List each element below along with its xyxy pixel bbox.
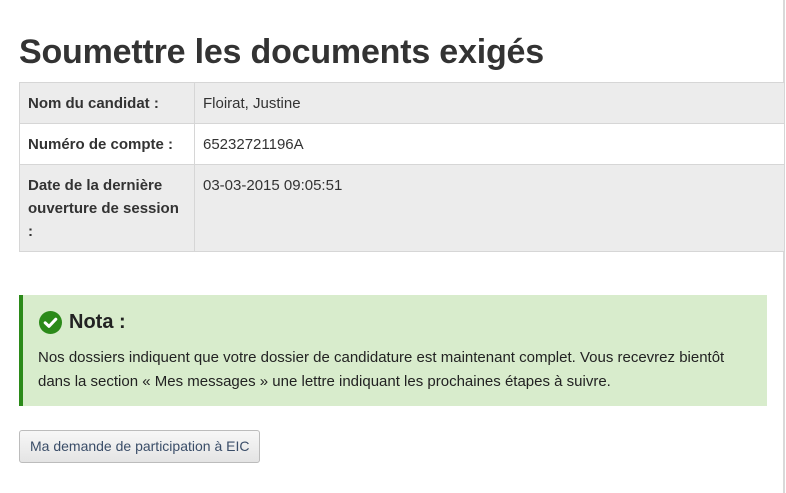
table-row: Numéro de compte : 65232721196A <box>19 123 785 165</box>
account-number-label: Numéro de compte : <box>19 123 195 165</box>
participation-request-button[interactable]: Ma demande de participation à EIC <box>19 430 261 463</box>
notice-header: Nota : <box>39 311 126 334</box>
notice-box: Nota : Nos dossiers indiquent que votre … <box>19 295 767 406</box>
table-row: Nom du candidat : Floirat, Justine <box>19 82 785 124</box>
candidate-info-table: Nom du candidat : Floirat, Justine Numér… <box>19 82 785 252</box>
table-row: Date de la dernière ouverture de session… <box>19 164 785 252</box>
page-title: Soumettre les documents exigés <box>19 33 544 71</box>
account-number-value: 65232721196A <box>194 123 785 165</box>
last-session-value: 03-03-2015 09:05:51 <box>194 164 785 252</box>
last-session-label: Date de la dernière ouverture de session… <box>19 164 195 252</box>
check-circle-icon <box>39 311 62 334</box>
notice-message: Nos dossiers indiquent que votre dossier… <box>38 349 725 390</box>
page: Soumettre les documents exigés Nom du ca… <box>0 0 786 493</box>
notice-title: Nota : <box>69 311 126 333</box>
candidate-name-label: Nom du candidat : <box>19 82 195 124</box>
candidate-name-value: Floirat, Justine <box>194 82 785 124</box>
